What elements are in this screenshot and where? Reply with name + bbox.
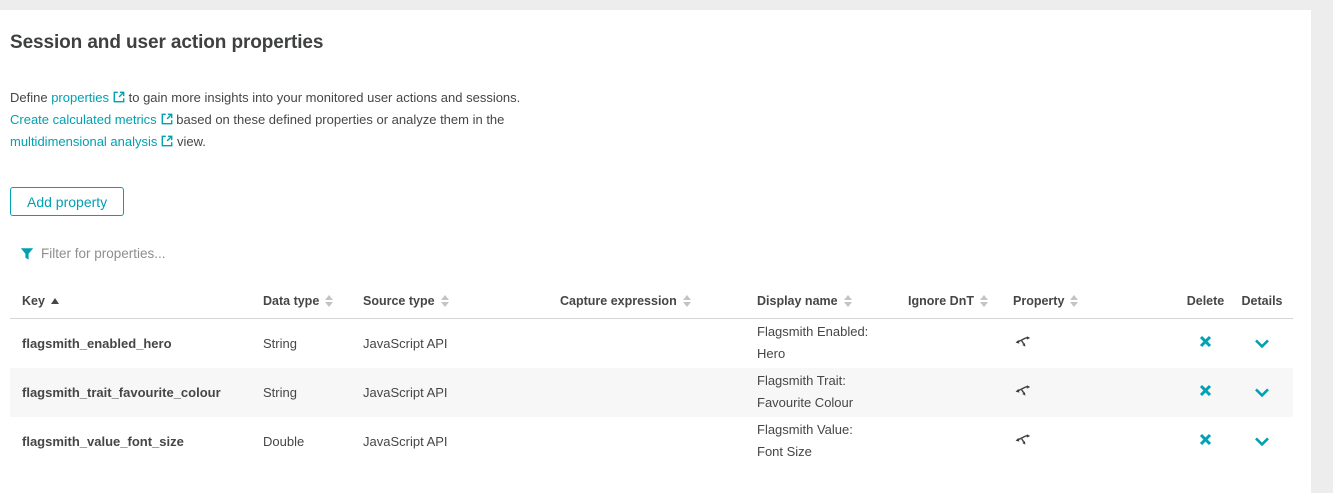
column-label: Property: [1013, 294, 1064, 308]
intro-line: Create calculated metrics based on these…: [10, 109, 520, 131]
external-link-icon: [157, 112, 173, 127]
cell-capture-expression: [560, 368, 757, 417]
cell-delete: [1180, 417, 1235, 466]
page-title: Session and user action properties: [10, 32, 323, 54]
cell-property: [1013, 319, 1180, 368]
chevron-down-icon[interactable]: [1254, 388, 1270, 397]
table-row: flagsmith_enabled_heroStringJavaScript A…: [10, 319, 1293, 368]
external-link-icon: [157, 134, 173, 149]
cell-display-name: Flagsmith Trait: Favourite Colour: [757, 368, 908, 417]
table-row: flagsmith_trait_favourite_colourStringJa…: [10, 368, 1293, 417]
column-label: Details: [1242, 294, 1283, 308]
user-action-property-icon: [1013, 334, 1031, 349]
cell-ignore-dnt: [908, 319, 1013, 368]
intro-line: Define properties to gain more insights …: [10, 87, 520, 109]
content-panel: Session and user action properties Defin…: [0, 10, 1311, 493]
add-property-button[interactable]: Add property: [10, 187, 124, 216]
column-header-delete: Delete: [1180, 285, 1235, 319]
external-link-icon: [109, 90, 125, 105]
cell-capture-expression: [560, 417, 757, 466]
chevron-down-icon[interactable]: [1254, 339, 1270, 348]
column-header-property[interactable]: Property: [1013, 285, 1180, 319]
column-label: Source type: [363, 294, 435, 308]
cell-details: [1235, 417, 1293, 466]
cell-details: [1235, 368, 1293, 417]
cell-key: flagsmith_value_font_size: [10, 417, 263, 466]
cell-capture-expression: [560, 319, 757, 368]
table-row: flagsmith_value_font_sizeDoubleJavaScrip…: [10, 417, 1293, 466]
sort-toggle-icon: [1070, 295, 1078, 307]
intro-segment: to gain more insights into your monitore…: [125, 90, 520, 105]
intro-segment: view.: [173, 134, 206, 149]
intro-segment: Define: [10, 90, 51, 105]
column-header-details: Details: [1235, 285, 1293, 319]
link-multidimensional-analysis[interactable]: multidimensional analysis: [10, 134, 173, 149]
column-header-data-type[interactable]: Data type: [263, 285, 363, 319]
cell-ignore-dnt: [908, 368, 1013, 417]
sort-toggle-icon: [441, 295, 449, 307]
properties-table: Key Data type Source type Capture expressio…: [10, 285, 1293, 466]
filter-funnel-icon: [20, 247, 34, 261]
cell-details: [1235, 319, 1293, 368]
column-label: Capture expression: [560, 294, 677, 308]
cell-display-name: Flagsmith Value: Font Size: [757, 417, 908, 466]
display-name-text: Flagsmith Value: Font Size: [757, 419, 882, 463]
column-label: Display name: [757, 294, 838, 308]
user-action-property-icon: [1013, 435, 1031, 450]
cell-source-type: JavaScript API: [363, 368, 560, 417]
cell-data-type: String: [263, 368, 363, 417]
cell-key: flagsmith_enabled_hero: [10, 319, 263, 368]
filter-bar: [20, 246, 341, 261]
delete-x-icon[interactable]: [1199, 384, 1212, 397]
table-header-row: Key Data type Source type Capture expressio…: [10, 285, 1293, 319]
cell-data-type: String: [263, 319, 363, 368]
sort-ascending-icon: [51, 298, 59, 304]
link-create-calculated-metrics[interactable]: Create calculated metrics: [10, 112, 173, 127]
table-body: flagsmith_enabled_heroStringJavaScript A…: [10, 319, 1293, 466]
column-header-key[interactable]: Key: [10, 285, 263, 319]
cell-key: flagsmith_trait_favourite_colour: [10, 368, 263, 417]
chevron-down-icon[interactable]: [1254, 437, 1270, 446]
sort-toggle-icon: [844, 295, 852, 307]
intro-text: Define properties to gain more insights …: [10, 87, 520, 153]
filter-input[interactable]: [41, 246, 341, 261]
cell-source-type: JavaScript API: [363, 417, 560, 466]
user-action-property-icon: [1013, 337, 1031, 352]
column-label: Key: [22, 294, 45, 308]
user-action-property-icon: [1013, 432, 1031, 447]
column-label: Data type: [263, 294, 319, 308]
properties-table-wrap: Key Data type Source type Capture expressio…: [10, 285, 1293, 466]
display-name-text: Flagsmith Enabled: Hero: [757, 321, 882, 365]
cell-property: [1013, 368, 1180, 417]
column-label: Delete: [1187, 294, 1225, 308]
intro-segment: based on these defined properties or ana…: [173, 112, 505, 127]
sort-toggle-icon: [683, 295, 691, 307]
cell-ignore-dnt: [908, 417, 1013, 466]
column-label: Ignore DnT: [908, 294, 974, 308]
user-action-property-icon: [1013, 386, 1031, 401]
link-properties[interactable]: properties: [51, 90, 125, 105]
column-header-display-name[interactable]: Display name: [757, 285, 908, 319]
user-action-property-icon: [1013, 383, 1031, 398]
display-name-text: Flagsmith Trait: Favourite Colour: [757, 370, 882, 414]
sort-toggle-icon: [980, 295, 988, 307]
column-header-source-type[interactable]: Source type: [363, 285, 560, 319]
column-header-capture-expression[interactable]: Capture expression: [560, 285, 757, 319]
cell-delete: [1180, 319, 1235, 368]
cell-display-name: Flagsmith Enabled: Hero: [757, 319, 908, 368]
delete-x-icon[interactable]: [1199, 335, 1212, 348]
cell-source-type: JavaScript API: [363, 319, 560, 368]
cell-delete: [1180, 368, 1235, 417]
cell-property: [1013, 417, 1180, 466]
intro-line: multidimensional analysis view.: [10, 131, 520, 153]
cell-data-type: Double: [263, 417, 363, 466]
column-header-ignore-dnt[interactable]: Ignore DnT: [908, 285, 1013, 319]
delete-x-icon[interactable]: [1199, 433, 1212, 446]
sort-toggle-icon: [325, 295, 333, 307]
